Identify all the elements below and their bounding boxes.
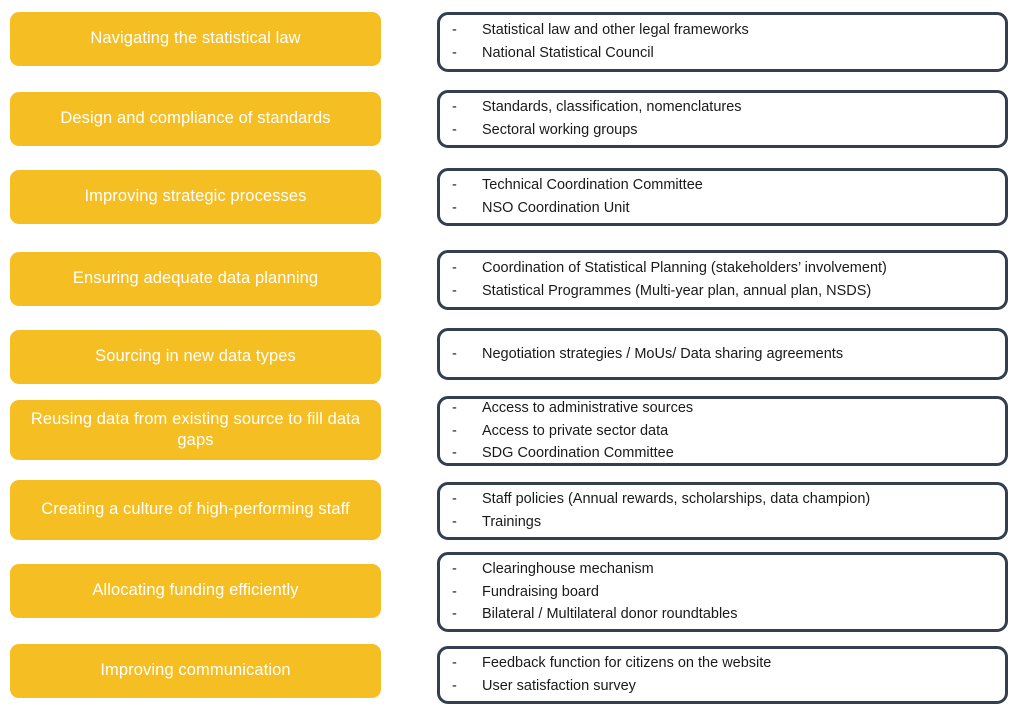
detail-list-item: - Coordination of Statistical Planning (s… [452, 257, 995, 280]
dash-bullet-icon: - [452, 260, 457, 277]
detail-item-text: Standards, classification, nomenclatures [482, 99, 742, 116]
detail-item-text: Access to administrative sources [482, 399, 694, 416]
detail-box: - Feedback function for citizens on the w… [437, 646, 1008, 704]
detail-item-text: National Statistical Council [482, 45, 654, 61]
detail-box: - Access to administrative sources - Access… [437, 396, 1008, 466]
detail-list-item: - Bilateral / Multilateral donor roundtab… [452, 603, 995, 626]
dash-bullet-icon: - [452, 445, 457, 462]
topic-box: Sourcing in new data types [10, 330, 381, 384]
topic-box: Improving strategic processes [10, 170, 381, 224]
detail-item-text: Statistical law and other legal framewor… [482, 22, 749, 39]
detail-item-text: Statistical Programmes (Multi-year plan,… [482, 283, 872, 299]
detail-box: - Technical Coordination Committee - NSO Co… [437, 168, 1008, 226]
detail-item-text: Coordination of Statistical Planning (st… [482, 260, 887, 277]
dash-bullet-icon: - [452, 399, 457, 416]
detail-item-text: Negotiation strategies / MoUs/ Data shar… [482, 345, 844, 362]
topic-label: Creating a culture of high-performing st… [41, 500, 350, 519]
topic-label: Design and compliance of standards [60, 109, 331, 128]
dash-bullet-icon: - [452, 422, 457, 439]
detail-item-text: Fundraising board [482, 583, 599, 600]
detail-list-item: - Access to administrative sources [452, 397, 995, 420]
detail-list-item: - Fundraising board [452, 581, 995, 604]
dash-bullet-icon: - [452, 678, 457, 694]
detail-list-item: - Sectoral working groups [452, 119, 995, 142]
dash-bullet-icon: - [452, 345, 457, 362]
topic-label: Improving strategic processes [84, 187, 307, 206]
dash-bullet-icon: - [452, 514, 457, 530]
topic-box: Allocating funding efficiently [10, 564, 381, 618]
detail-list-item: - Trainings [452, 511, 995, 534]
dash-bullet-icon: - [452, 122, 457, 138]
detail-item-text: Bilateral / Multilateral donor roundtabl… [482, 606, 738, 623]
topic-label: Sourcing in new data types [95, 347, 296, 366]
detail-list-item: - Negotiation strategies / MoUs/ Data sha… [452, 343, 995, 366]
topic-box: Ensuring adequate data planning [10, 252, 381, 306]
topic-label: Navigating the statistical law [90, 29, 301, 48]
detail-list-item: - Feedback function for citizens on the w… [452, 652, 995, 675]
topic-label: Allocating funding efficiently [92, 581, 299, 600]
dash-bullet-icon: - [452, 45, 457, 61]
topic-label: Ensuring adequate data planning [72, 269, 319, 288]
detail-item-text: Feedback function for citizens on the we… [482, 655, 772, 672]
detail-box: - Standards, classification, nomenclature… [437, 90, 1008, 148]
detail-item-text: Sectoral working groups [482, 122, 638, 138]
detail-list-item: - Staff policies (Annual rewards, scholar… [452, 488, 995, 511]
detail-list-item: - Standards, classification, nomenclature… [452, 96, 995, 119]
topic-label: Improving communication [100, 661, 291, 680]
detail-list-item: - Statistical Programmes (Multi-year plan… [452, 280, 995, 303]
dash-bullet-icon: - [452, 560, 457, 577]
detail-box: - Coordination of Statistical Planning (s… [437, 250, 1008, 310]
dash-bullet-icon: - [452, 283, 457, 299]
dash-bullet-icon: - [452, 606, 457, 623]
detail-list-item: - NSO Coordination Unit [452, 197, 995, 220]
dash-bullet-icon: - [452, 99, 457, 116]
topic-box: Navigating the statistical law [10, 12, 381, 66]
detail-list-item: - SDG Coordination Committee [452, 442, 995, 465]
detail-list-item: - User satisfaction survey [452, 675, 995, 698]
detail-item-text: Technical Coordination Committee [482, 177, 703, 194]
detail-item-text: SDG Coordination Committee [482, 445, 674, 462]
detail-box: - Staff policies (Annual rewards, scholar… [437, 482, 1008, 540]
dash-bullet-icon: - [452, 583, 457, 600]
dash-bullet-icon: - [452, 491, 457, 508]
topic-box: Reusing data from existing source to fil… [10, 400, 381, 460]
diagram-canvas: Navigating the statistical law - Statistic… [0, 0, 1024, 711]
topic-label: Reusing data from existing source to fil… [30, 409, 361, 449]
dash-bullet-icon: - [452, 22, 457, 39]
detail-list-item: - Clearinghouse mechanism [452, 558, 995, 581]
topic-box: Creating a culture of high-performing st… [10, 480, 381, 540]
detail-list-item: - Statistical law and other legal framewo… [452, 19, 995, 42]
detail-item-text: Staff policies (Annual rewards, scholars… [482, 491, 871, 508]
detail-item-text: Clearinghouse mechanism [482, 560, 654, 577]
dash-bullet-icon: - [452, 200, 457, 216]
dash-bullet-icon: - [452, 655, 457, 672]
detail-item-text: Access to private sector data [482, 422, 669, 439]
detail-list-item: - Access to private sector data [452, 420, 995, 443]
detail-item-text: User satisfaction survey [482, 678, 636, 694]
detail-box: - Clearinghouse mechanism - Fundraising boa… [437, 552, 1008, 632]
detail-list-item: - Technical Coordination Committee [452, 174, 995, 197]
detail-box: - Statistical law and other legal framewo… [437, 12, 1008, 72]
topic-box: Improving communication [10, 644, 381, 698]
detail-item-text: NSO Coordination Unit [482, 200, 630, 216]
detail-box: - Negotiation strategies / MoUs/ Data sha… [437, 328, 1008, 380]
detail-item-text: Trainings [482, 514, 542, 530]
detail-list-item: - National Statistical Council [452, 42, 995, 65]
topic-box: Design and compliance of standards [10, 92, 381, 146]
dash-bullet-icon: - [452, 177, 457, 194]
